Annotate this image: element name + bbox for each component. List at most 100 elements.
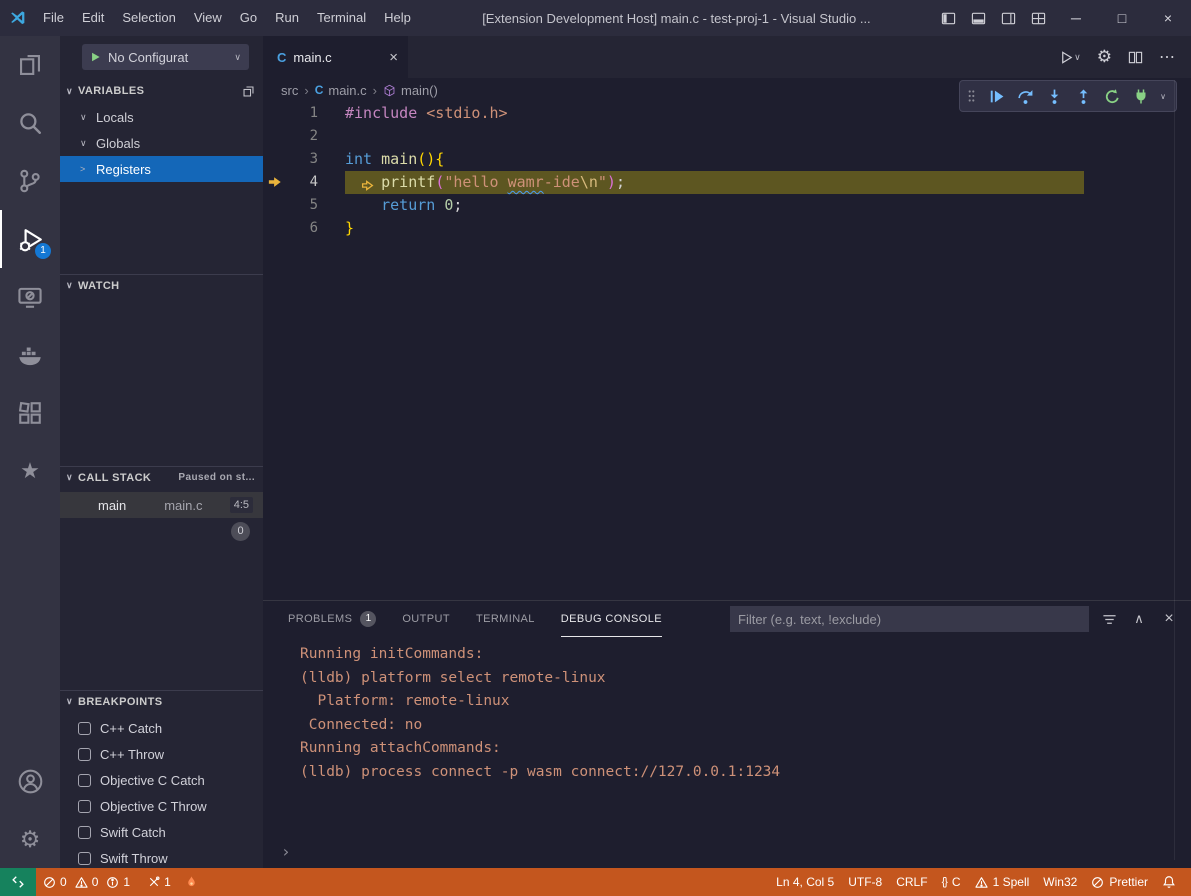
scrollbar[interactable] <box>1174 80 1175 860</box>
menu-file[interactable]: File <box>34 0 73 36</box>
code-text[interactable]: printf("hello wamr-ide\n"); <box>345 171 1084 194</box>
line-number[interactable]: 2 <box>300 125 318 148</box>
eol-indicator[interactable]: CRLF <box>889 868 934 896</box>
line-number[interactable]: 1 <box>300 102 318 125</box>
breakpoint-gutter[interactable] <box>263 125 300 148</box>
menu-selection[interactable]: Selection <box>113 0 184 36</box>
tab-main-c[interactable]: C main.c × <box>263 36 408 78</box>
breadcrumb-folder[interactable]: src <box>281 83 298 98</box>
line-number[interactable]: 6 <box>300 217 318 240</box>
menu-edit[interactable]: Edit <box>73 0 113 36</box>
menu-terminal[interactable]: Terminal <box>308 0 375 36</box>
menu-view[interactable]: View <box>185 0 231 36</box>
variables-item-registers[interactable]: > Registers <box>60 156 263 182</box>
breakpoint-checkbox[interactable] <box>78 748 91 761</box>
extensions-icon[interactable] <box>0 384 60 442</box>
disconnect-icon[interactable] <box>1131 84 1151 108</box>
account-icon[interactable] <box>0 752 60 810</box>
toggle-sidebar-icon[interactable] <box>933 0 963 36</box>
breakpoint-checkbox[interactable] <box>78 826 91 839</box>
maximize-button[interactable]: □ <box>1099 0 1145 36</box>
chevron-down-icon[interactable]: ∨ <box>1160 92 1170 101</box>
tab-problems[interactable]: PROBLEMS 1 <box>288 602 376 637</box>
step-over-icon[interactable] <box>1016 84 1036 108</box>
line-number[interactable]: 3 <box>300 148 318 171</box>
tab-output[interactable]: OUTPUT <box>402 602 450 637</box>
maximize-panel-icon[interactable]: ∧ <box>1129 609 1149 629</box>
code-editor[interactable]: 1 #include <stdio.h> 2 3 int main(){ 4 p… <box>263 102 1191 600</box>
breakpoint-gutter[interactable] <box>263 102 300 125</box>
inline-breakpoint-icon[interactable] <box>361 176 374 189</box>
breakpoint-gutter[interactable] <box>263 148 300 171</box>
copy-icon[interactable] <box>242 85 255 98</box>
variables-section-header[interactable]: ∨ VARIABLES <box>60 80 263 102</box>
remote-indicator[interactable] <box>0 868 36 896</box>
breakpoint-row[interactable]: C++ Catch <box>60 715 263 741</box>
close-button[interactable]: × <box>1145 0 1191 36</box>
encoding-indicator[interactable]: UTF-8 <box>841 868 889 896</box>
breakpoint-checkbox[interactable] <box>78 800 91 813</box>
console-input-prompt-icon[interactable]: › <box>281 844 291 860</box>
tools-status[interactable]: 1 <box>141 868 178 896</box>
stack-frame-row[interactable]: main main.c 4:5 <box>60 492 263 518</box>
continue-icon[interactable] <box>987 84 1007 108</box>
star-icon[interactable]: ★ <box>0 442 60 500</box>
variables-item-globals[interactable]: ∨ Globals <box>60 130 263 156</box>
watch-section-header[interactable]: ∨ WATCH <box>60 274 263 296</box>
remote-explorer-icon[interactable] <box>0 268 60 326</box>
customize-layout-icon[interactable] <box>1023 0 1053 36</box>
breakpoint-row[interactable]: Objective C Catch <box>60 767 263 793</box>
breakpoint-gutter[interactable] <box>263 194 300 217</box>
breakpoint-row[interactable]: C++ Throw <box>60 741 263 767</box>
close-panel-icon[interactable]: × <box>1159 609 1179 629</box>
line-number[interactable]: 5 <box>300 194 318 217</box>
call-stack-section-header[interactable]: ∨ CALL STACK Paused on st... <box>60 466 263 488</box>
gear-icon[interactable]: ⚙ <box>1097 47 1112 67</box>
debug-target-status[interactable] <box>178 868 205 896</box>
breakpoint-checkbox[interactable] <box>78 852 91 865</box>
filter-list-icon[interactable] <box>1099 609 1119 629</box>
code-text[interactable]: int main(){ <box>345 148 444 171</box>
settings-gear-icon[interactable]: ⚙ <box>0 810 60 868</box>
breakpoint-row[interactable]: Swift Catch <box>60 819 263 845</box>
step-into-icon[interactable] <box>1045 84 1065 108</box>
menu-go[interactable]: Go <box>231 0 266 36</box>
line-number[interactable]: 4 <box>300 171 318 194</box>
breakpoint-gutter[interactable] <box>263 217 300 240</box>
formatter-status[interactable]: Prettier <box>1084 868 1155 896</box>
variables-item-locals[interactable]: ∨ Locals <box>60 104 263 130</box>
cursor-position[interactable]: Ln 4, Col 5 <box>769 868 841 896</box>
menu-run[interactable]: Run <box>266 0 308 36</box>
breakpoint-checkbox[interactable] <box>78 722 91 735</box>
tab-debug-console[interactable]: DEBUG CONSOLE <box>561 602 662 637</box>
breakpoints-section-header[interactable]: ∨ BREAKPOINTS <box>60 690 263 712</box>
debug-toolbar[interactable]: ∨ <box>959 80 1177 112</box>
restart-icon[interactable] <box>1102 84 1122 108</box>
toolbar-grip-icon[interactable] <box>966 84 978 108</box>
source-control-icon[interactable] <box>0 152 60 210</box>
toggle-secondary-sidebar-icon[interactable] <box>993 0 1023 36</box>
run-and-debug-icon[interactable]: 1 <box>0 210 60 268</box>
run-file-icon[interactable]: ∨ <box>1059 50 1081 65</box>
more-actions-icon[interactable]: ⋯ <box>1159 47 1175 67</box>
explorer-icon[interactable] <box>0 36 60 94</box>
spell-checker-status[interactable]: 1 Spell <box>968 868 1037 896</box>
code-text[interactable]: return 0; <box>345 194 462 217</box>
docker-icon[interactable] <box>0 326 60 384</box>
tab-close-icon[interactable]: × <box>389 49 398 66</box>
menu-help[interactable]: Help <box>375 0 420 36</box>
minimize-button[interactable]: ─ <box>1053 0 1099 36</box>
breakpoint-row[interactable]: Objective C Throw <box>60 793 263 819</box>
breadcrumb-symbol[interactable]: main() <box>383 83 438 98</box>
code-text[interactable]: #include <stdio.h> <box>345 102 508 125</box>
breakpoint-checkbox[interactable] <box>78 774 91 787</box>
console-filter-input[interactable] <box>730 606 1089 632</box>
platform-indicator[interactable]: Win32 <box>1036 868 1084 896</box>
notifications-bell-icon[interactable] <box>1155 868 1183 896</box>
code-text[interactable]: } <box>345 217 354 240</box>
tab-terminal[interactable]: TERMINAL <box>476 602 535 637</box>
step-out-icon[interactable] <box>1074 84 1094 108</box>
problems-status[interactable]: 0 0 1 <box>36 868 141 896</box>
breadcrumb-file[interactable]: C main.c <box>315 83 367 98</box>
language-mode[interactable]: {} C <box>935 868 968 896</box>
